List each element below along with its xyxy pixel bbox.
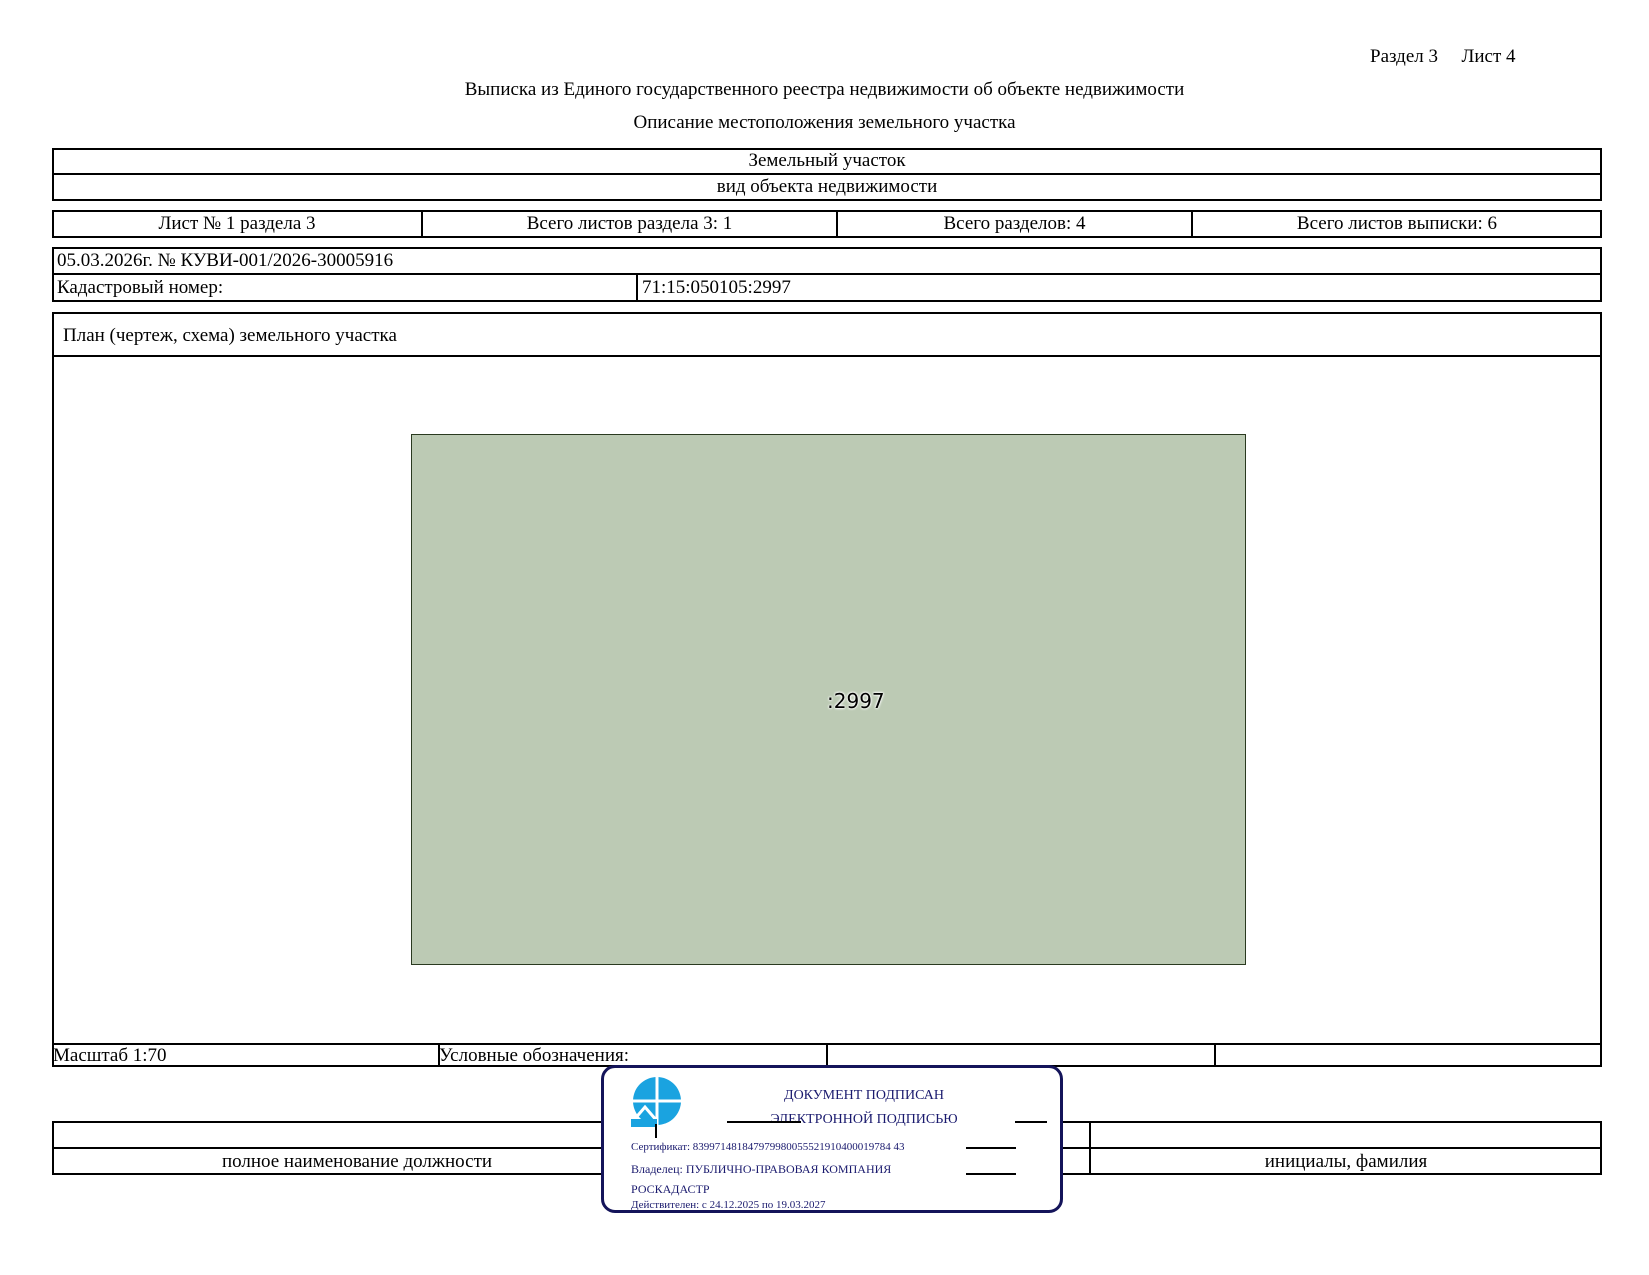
parcel-label: :2997 — [827, 689, 885, 713]
stamp-cross-line-4 — [966, 1173, 1016, 1175]
stamp-cross-line-2 — [1015, 1121, 1047, 1123]
section-sheet-label: Раздел 3 Лист 4 — [1370, 46, 1516, 68]
plan-title: План (чертеж, схема) земельного участка — [63, 325, 397, 346]
doc-info-divider — [52, 273, 1602, 275]
total-sections: Всего разделов: 4 — [943, 213, 1086, 234]
document-subtitle: Описание местоположения земельного участ… — [633, 112, 1016, 133]
stamp-line-1: ДОКУМЕНТ ПОДПИСАН — [784, 1088, 944, 1103]
stamp-logo-line — [655, 1124, 657, 1138]
cadastral-label: Кадастровый номер: — [57, 277, 224, 298]
legend-divider-2 — [826, 1043, 828, 1067]
roskadastr-logo-icon — [631, 1077, 681, 1127]
stamp-cross-line-1 — [727, 1121, 801, 1123]
stamp-cross-line-3 — [966, 1147, 1016, 1149]
stamp-owner: Владелец: ПУБЛИЧНО-ПРАВОВАЯ КОМПАНИЯ — [631, 1162, 892, 1176]
document-title: Выписка из Единого государственного реес… — [464, 79, 1185, 100]
stamp-valid: Действителен: с 24.12.2025 по 19.03.2027 — [631, 1199, 826, 1211]
signature-stamp: ДОКУМЕНТ ПОДПИСАН ЭЛЕКТРОННОЙ ПОДПИСЬЮ С… — [601, 1065, 1063, 1213]
total-extract-sheets: Всего листов выписки: 6 — [1296, 213, 1498, 234]
object-type-divider — [52, 173, 1602, 175]
plan-scale: Масштаб 1:70 — [53, 1045, 167, 1066]
cadastral-value: 71:15:050105:2997 — [642, 277, 791, 298]
plan-title-divider — [52, 355, 1602, 357]
sheet-number: Лист № 1 раздела 3 — [158, 213, 316, 234]
section-label: Раздел 3 — [1370, 46, 1438, 67]
stamp-owner-2: РОСКАДАСТР — [631, 1182, 710, 1196]
stamp-line-2: ЭЛЕКТРОННОЙ ПОДПИСЬЮ — [770, 1112, 958, 1127]
object-type-caption: вид объекта недвижимости — [716, 176, 938, 197]
date-number: 05.03.2026г. № КУВИ-001/2026-30005916 — [57, 250, 394, 271]
cadastral-divider — [636, 273, 638, 302]
legend-divider-3 — [1214, 1043, 1216, 1067]
position-caption: полное наименование должности — [221, 1151, 493, 1172]
sheet-label: Лист 4 — [1461, 46, 1516, 67]
legend-label: Условные обозначения: — [439, 1045, 630, 1066]
name-caption: инициалы, фамилия — [1264, 1151, 1428, 1172]
total-section-sheets: Всего листов раздела 3: 1 — [526, 213, 733, 234]
stamp-certificate: Сертификат: 8399714818479799800555219104… — [631, 1141, 905, 1153]
object-type: Земельный участок — [748, 150, 906, 171]
